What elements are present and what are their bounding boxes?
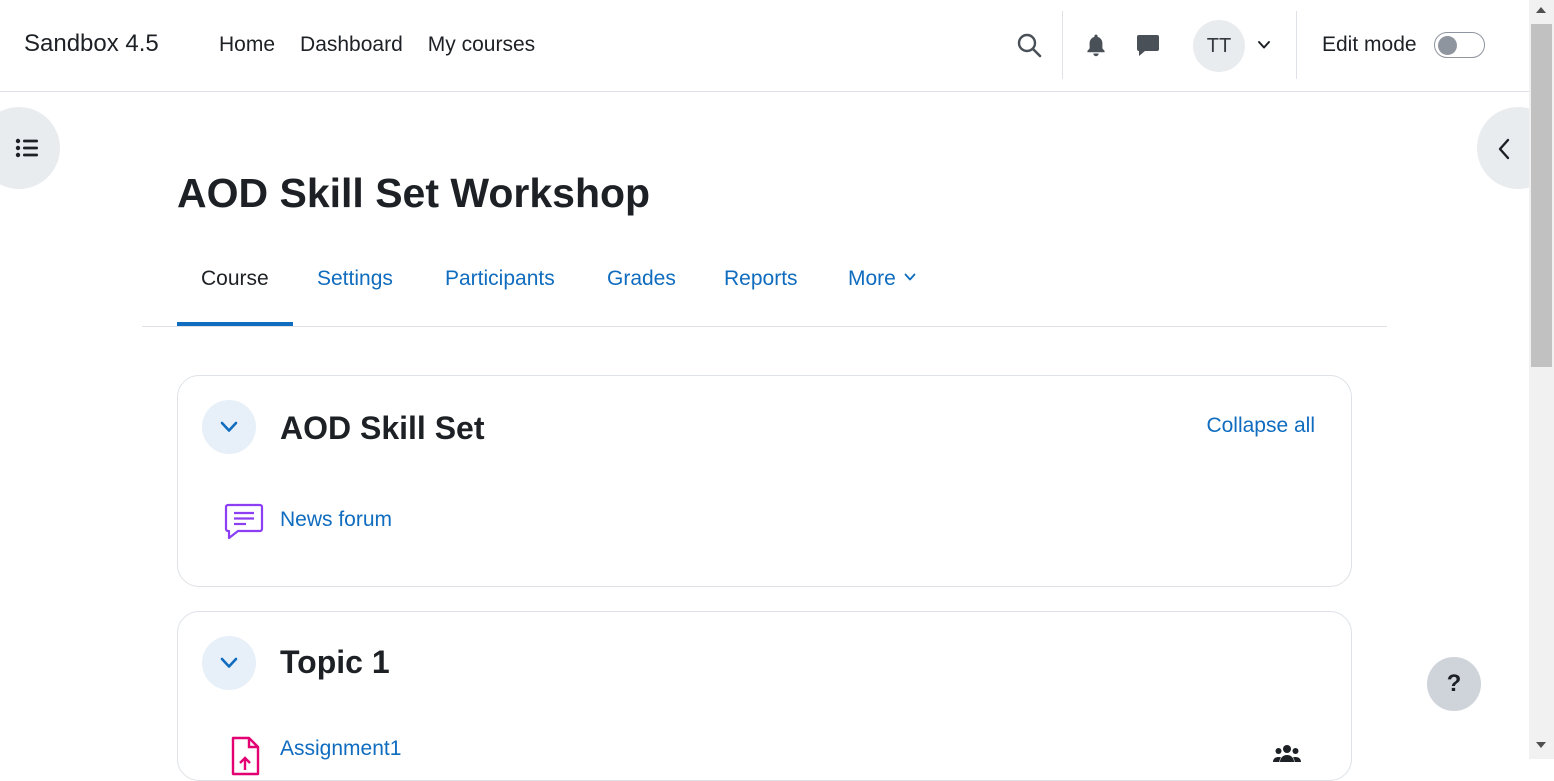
activity-link-news-forum[interactable]: News forum — [280, 508, 392, 532]
chevron-down-icon[interactable] — [1257, 38, 1271, 57]
top-navbar: Sandbox 4.5 Home Dashboard My courses TT… — [0, 0, 1529, 92]
navbar-divider — [1062, 11, 1063, 79]
scroll-down-arrow-icon[interactable] — [1536, 742, 1546, 748]
list-icon — [15, 138, 39, 163]
tab-settings[interactable]: Settings — [317, 267, 393, 291]
tab-participants[interactable]: Participants — [445, 267, 555, 291]
primary-navigation: Home Dashboard My courses — [219, 33, 535, 57]
notification-bell-icon[interactable] — [1085, 33, 1107, 62]
scroll-up-arrow-icon[interactable] — [1536, 7, 1546, 13]
site-brand[interactable]: Sandbox 4.5 — [24, 30, 159, 58]
tab-more-label: More — [848, 267, 896, 290]
active-tab-indicator — [177, 322, 293, 326]
activity-link-assignment1[interactable]: Assignment1 — [280, 737, 401, 761]
section-title: Topic 1 — [280, 644, 390, 680]
course-index-drawer-toggle[interactable] — [0, 107, 60, 189]
edit-mode-toggle[interactable] — [1434, 32, 1485, 58]
chevron-left-icon — [1497, 138, 1511, 165]
nav-dashboard-link[interactable]: Dashboard — [300, 33, 403, 57]
edit-mode-label: Edit mode — [1322, 33, 1417, 56]
toggle-knob — [1438, 35, 1457, 55]
help-button[interactable]: ? — [1427, 657, 1481, 711]
chevron-down-icon — [904, 264, 916, 288]
tab-grades[interactable]: Grades — [607, 267, 676, 291]
forum-icon — [224, 500, 264, 545]
messages-icon[interactable] — [1136, 33, 1160, 62]
tab-more[interactable]: More — [848, 267, 916, 291]
collapse-all-link[interactable]: Collapse all — [1206, 414, 1315, 438]
search-icon[interactable] — [1016, 32, 1042, 63]
page-title: AOD Skill Set Workshop — [177, 170, 651, 216]
page-scrollbar[interactable] — [1529, 0, 1554, 759]
navbar-divider — [1296, 11, 1297, 79]
course-secondary-navigation: Course Settings Participants Grades Repo… — [142, 256, 1387, 327]
chevron-down-icon — [220, 421, 238, 432]
nav-home-link[interactable]: Home — [219, 33, 275, 57]
section-collapse-button[interactable] — [202, 636, 256, 690]
group-mode-icon[interactable] — [1273, 743, 1301, 768]
section-collapse-button[interactable] — [202, 400, 256, 454]
course-section-general: AOD Skill Set Collapse all News forum — [177, 375, 1352, 587]
user-avatar[interactable]: TT — [1193, 20, 1245, 72]
scrollbar-thumb[interactable] — [1531, 24, 1552, 367]
nav-my-courses-link[interactable]: My courses — [428, 33, 535, 57]
tab-reports[interactable]: Reports — [724, 267, 798, 291]
section-title: AOD Skill Set — [280, 410, 485, 446]
chevron-down-icon — [220, 657, 238, 668]
course-section-topic-1: Topic 1 Assignment1 — [177, 611, 1352, 781]
tab-course[interactable]: Course — [201, 267, 269, 291]
